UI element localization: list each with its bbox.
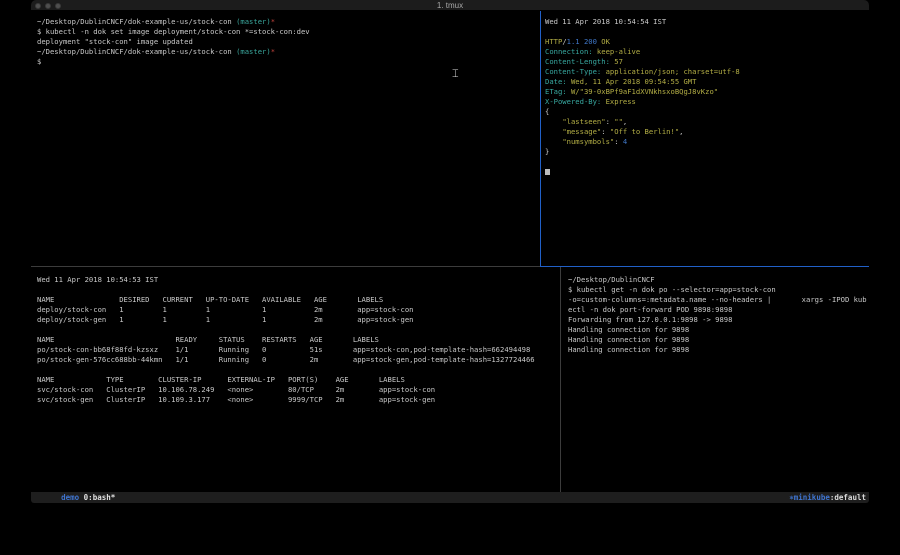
terminal-line: Handling connection for 9898 [568,345,868,355]
terminal-line: deploy/stock-gen 1 1 1 1 2m app=stock-ge… [37,315,558,325]
terminal-line: Forwarding from 127.0.0.1:9898 -> 9898 [568,315,868,325]
pane-divider-horizontal-right[interactable] [540,266,869,267]
terminal-line: deployment "stock-con" image updated [37,37,537,47]
terminal-line: NAME TYPE CLUSTER-IP EXTERNAL-IP PORT(S)… [37,375,558,385]
window-title: 1. tmux [31,0,869,11]
terminal-line: Handling connection for 9898 [568,335,868,345]
window-title-bar: 1. tmux [31,0,869,11]
pane-port-forward[interactable]: ~/Desktop/DublinCNCF$ kubectl get -n dok… [568,275,868,491]
pane-divider-vertical-bottom[interactable] [560,267,561,492]
terminal-line: po/stock-con-bb68f88fd-kzsxz 1/1 Running… [37,345,558,355]
terminal-line: $ [37,57,537,67]
terminal-line: } [545,147,867,157]
terminal-line: Wed 11 Apr 2018 10:54:53 IST [37,275,558,285]
terminal-line: ectl -n dok port-forward POD 9898:9898 [568,305,868,315]
terminal-line [545,157,867,167]
terminal-line: NAME DESIRED CURRENT UP-TO-DATE AVAILABL… [37,295,558,305]
terminal-line: -o=custom-columns=:metadata.name --no-he… [568,295,868,305]
terminal-line: Date: Wed, 11 Apr 2018 09:54:55 GMT [545,77,867,87]
terminal-line: deploy/stock-con 1 1 1 1 2m app=stock-co… [37,305,558,315]
terminal-line: Content-Length: 57 [545,57,867,67]
terminal-line: svc/stock-gen ClusterIP 10.109.3.177 <no… [37,395,558,405]
terminal-line: NAME READY STATUS RESTARTS AGE LABELS [37,335,558,345]
terminal-line [37,365,558,375]
kube-namespace: :default [830,493,866,502]
terminal-line: po/stock-gen-576cc688bb-44kmn 1/1 Runnin… [37,355,558,365]
terminal-line: HTTP/1.1 200 OK [545,37,867,47]
i-beam-pointer-icon: ⌶ [452,68,459,79]
terminal-line: ETag: W/"39-0xBPf9aF1dXVNkhsxoBQgJ8vKzo" [545,87,867,97]
pane-http-response[interactable]: Wed 11 Apr 2018 10:54:54 IST HTTP/1.1 20… [545,17,867,265]
terminal-line: ~/Desktop/DublinCNCF/dok-example-us/stoc… [37,17,537,27]
pane-divider-horizontal-left[interactable] [31,266,540,267]
terminal-line [37,285,558,295]
terminal-line: svc/stock-con ClusterIP 10.106.78.249 <n… [37,385,558,395]
tmux-status-bar: demo 0:bash* ⎈minikube:default [31,492,869,503]
terminal-line: ~/Desktop/DublinCNCF [568,275,868,285]
terminal-line [545,27,867,37]
terminal-line: "numsymbols": 4 [545,137,867,147]
window-tab-bash[interactable]: 0:bash* [84,493,116,502]
terminal-window: 1. tmux ~/Desktop/DublinCNCF/dok-example… [31,0,869,503]
terminal-line: Connection: keep-alive [545,47,867,57]
terminal-line: "lastseen": "", [545,117,867,127]
kube-context-indicator: ⎈minikube:default [762,481,866,503]
terminal-line: { [545,107,867,117]
terminal-line: $ kubectl -n dok set image deployment/st… [37,27,537,37]
pane-kubectl-get[interactable]: Wed 11 Apr 2018 10:54:53 IST NAME DESIRE… [37,275,558,491]
terminal-line: Handling connection for 9898 [568,325,868,335]
terminal-line: X-Powered-By: Express [545,97,867,107]
terminal-line: "message": "Off to Berlin!", [545,127,867,137]
kube-context-name: minikube [794,493,830,502]
terminal-line [37,325,558,335]
terminal-line: $ kubectl get -n dok po --selector=app=s… [568,285,868,295]
terminal-line: Wed 11 Apr 2018 10:54:54 IST [545,17,867,27]
terminal-cursor [545,169,550,175]
pane-shell-set-image[interactable]: ~/Desktop/DublinCNCF/dok-example-us/stoc… [37,17,537,265]
terminal-line [545,167,867,177]
pane-divider-vertical-top[interactable] [540,11,541,266]
terminal-line: Content-Type: application/json; charset=… [545,67,867,77]
terminal-line: ~/Desktop/DublinCNCF/dok-example-us/stoc… [37,47,537,57]
tmux-session-area: ~/Desktop/DublinCNCF/dok-example-us/stoc… [31,11,869,492]
session-name-badge: demo [61,493,79,502]
